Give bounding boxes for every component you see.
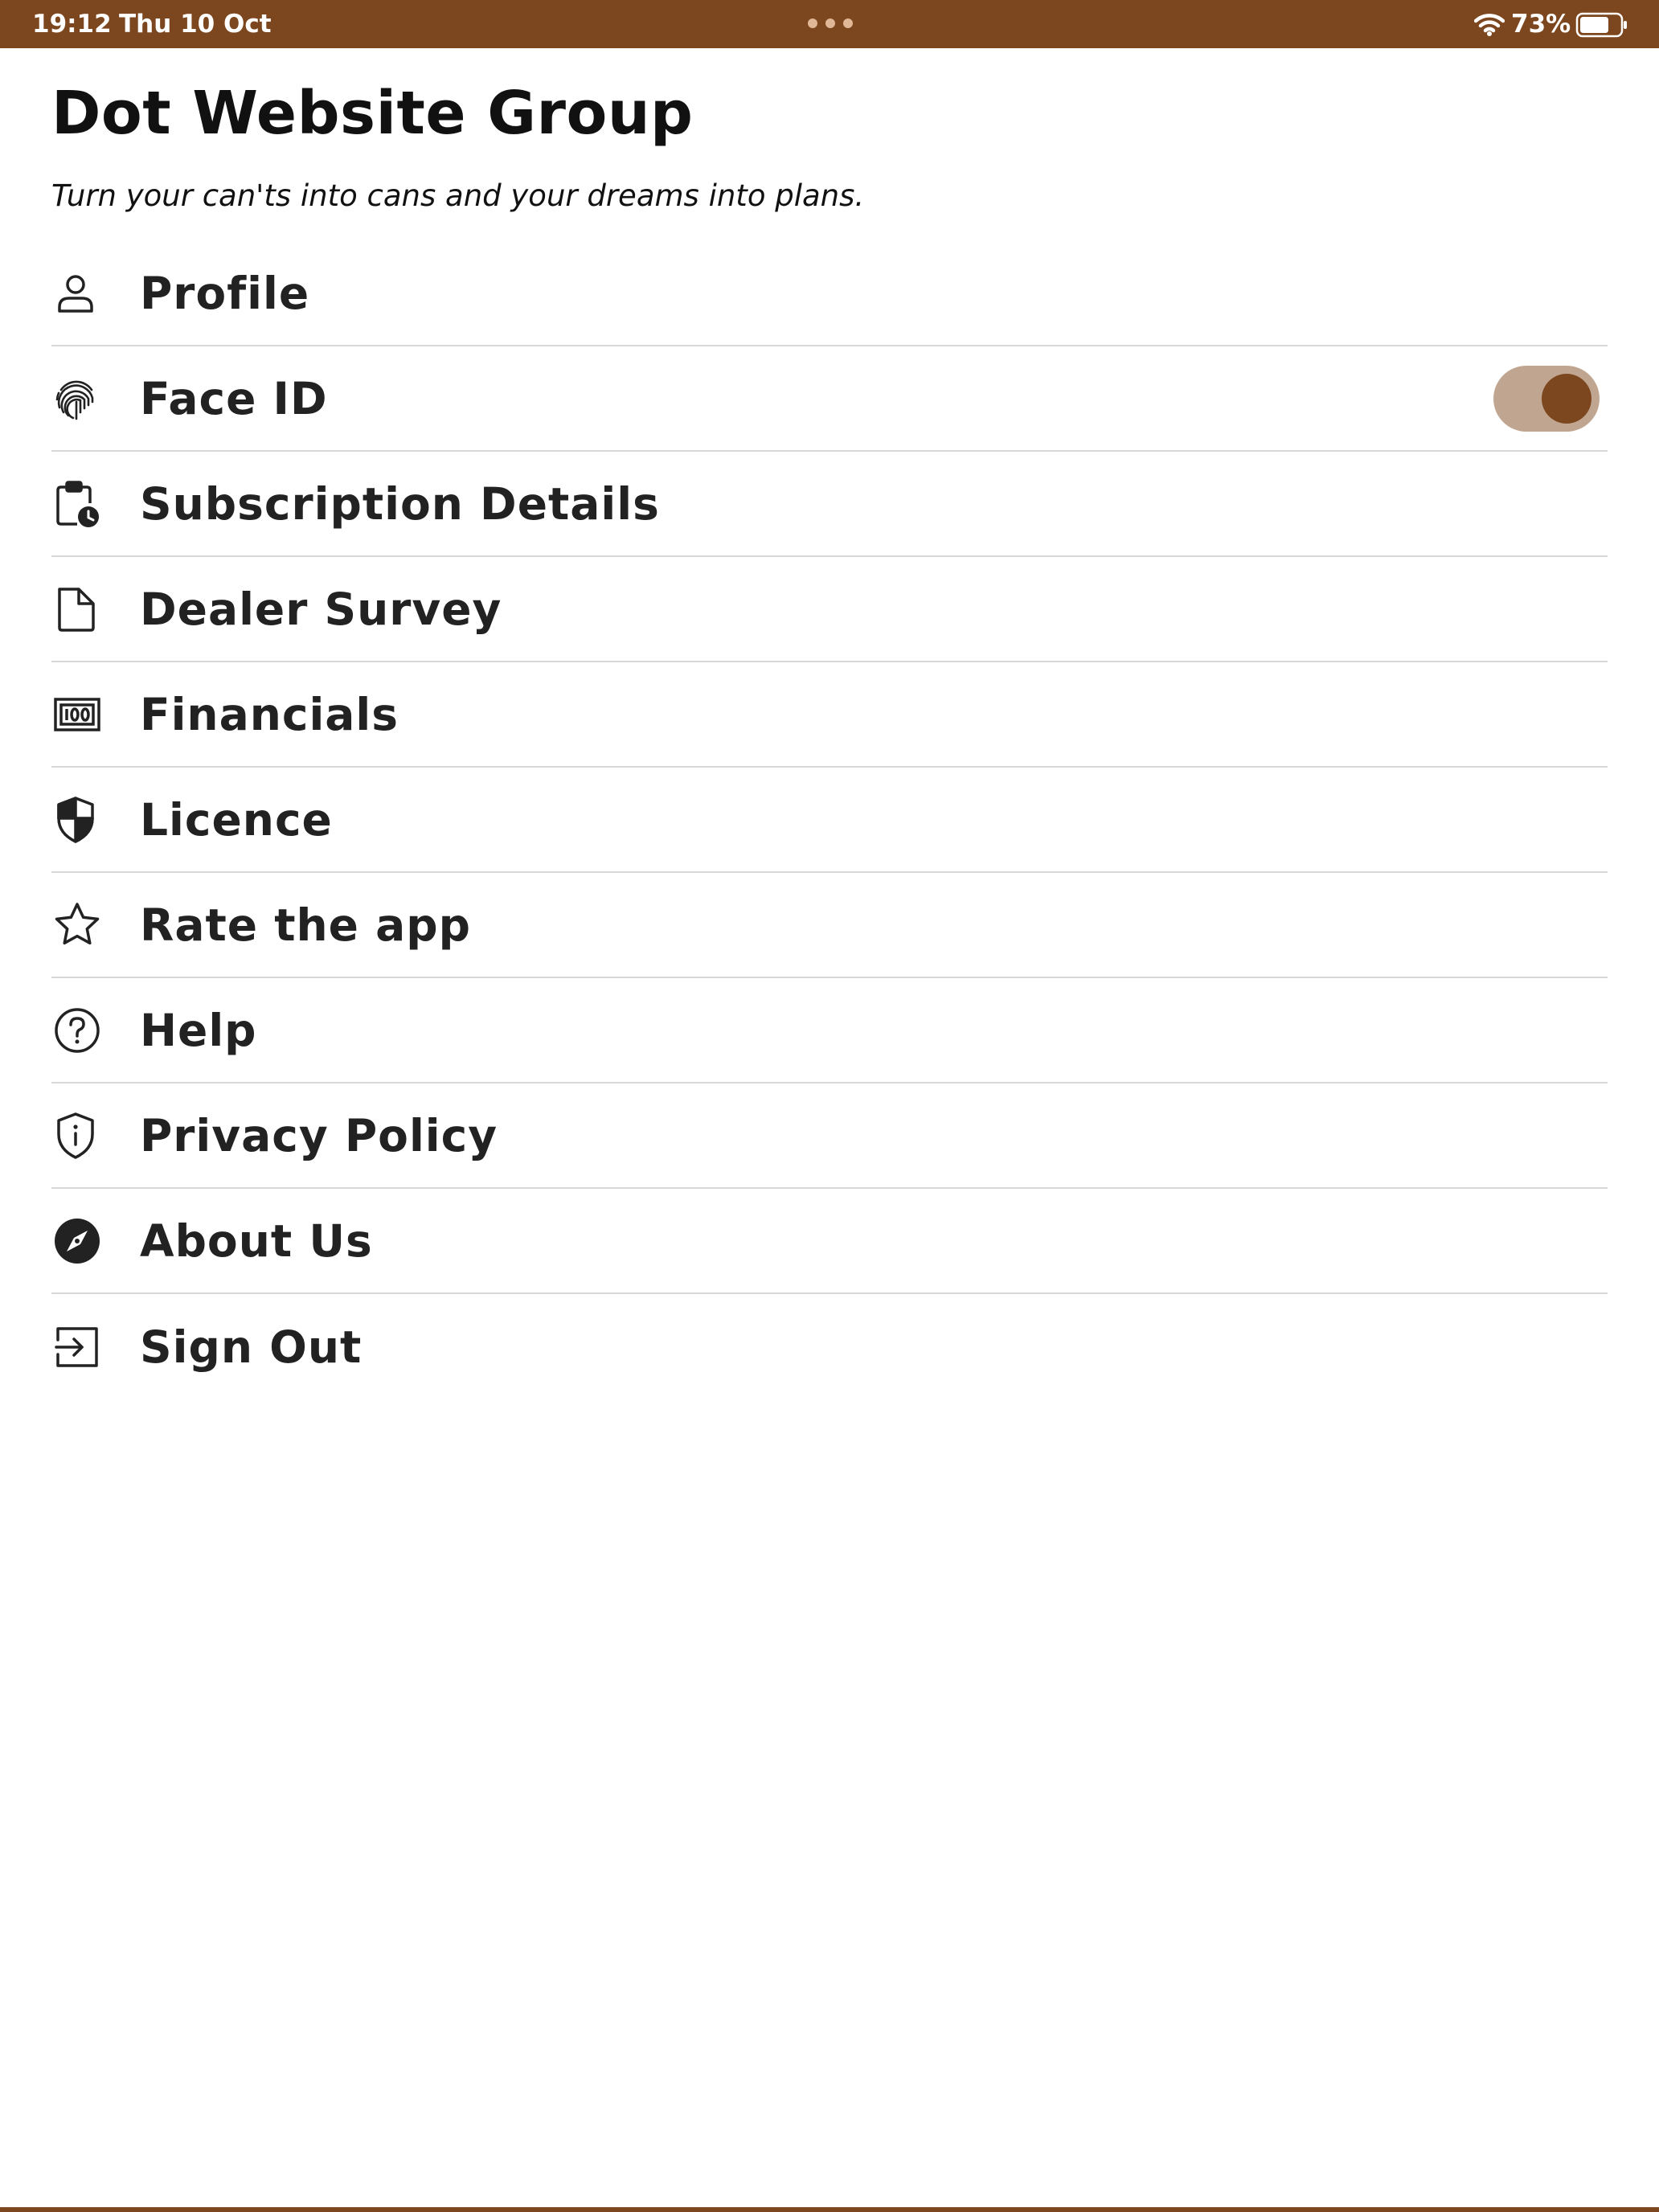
- fingerprint-icon: [53, 371, 109, 427]
- shield-info-icon: [53, 1108, 109, 1164]
- menu-item-subscription-details[interactable]: Subscription Details: [51, 452, 1608, 557]
- sign-out-icon: [53, 1319, 109, 1375]
- wifi-icon: [1474, 14, 1505, 36]
- menu-item-label: Rate the app: [140, 899, 471, 951]
- menu-item-face-id[interactable]: Face ID: [51, 346, 1608, 452]
- menu-item-label: Profile: [140, 267, 310, 319]
- status-bar: 19:12 Thu 10 Oct 73%: [0, 0, 1659, 48]
- question-circle-icon: [53, 1002, 109, 1059]
- menu-item-label: Financials: [140, 688, 399, 740]
- document-icon: [53, 581, 109, 637]
- battery-percent: 73%: [1511, 10, 1571, 39]
- menu-item-about-us[interactable]: About Us: [51, 1189, 1608, 1294]
- page-title: Dot Website Group: [51, 79, 694, 148]
- clipboard-clock-icon: [53, 476, 109, 532]
- menu-item-sign-out[interactable]: Sign Out: [51, 1294, 1608, 1399]
- menu-item-label: Licence: [140, 793, 333, 846]
- menu-item-label: Subscription Details: [140, 477, 660, 530]
- toggle-knob: [1542, 373, 1591, 424]
- status-time: 19:12: [32, 10, 112, 39]
- menu-item-licence[interactable]: Licence: [51, 768, 1608, 873]
- menu-item-label: About Us: [140, 1215, 373, 1267]
- menu-item-label: Face ID: [140, 372, 328, 424]
- menu-item-label: Help: [140, 1004, 257, 1056]
- status-date: Thu 10 Oct: [119, 10, 272, 39]
- face-id-toggle[interactable]: [1493, 365, 1600, 432]
- bottom-edge-bar: [0, 2207, 1659, 2212]
- star-icon: [53, 897, 109, 953]
- menu-item-help[interactable]: Help: [51, 978, 1608, 1083]
- battery-icon: [1575, 12, 1627, 38]
- menu-item-financials[interactable]: Financials: [51, 662, 1608, 768]
- menu-item-label: Dealer Survey: [140, 583, 502, 635]
- tagline: Turn your can'ts into cans and your drea…: [51, 178, 865, 213]
- compass-icon: [53, 1213, 109, 1269]
- multitasking-dots-icon[interactable]: [807, 18, 854, 29]
- menu-item-profile[interactable]: Profile: [51, 241, 1608, 346]
- shield-half-icon: [53, 792, 109, 848]
- menu-item-dealer-survey[interactable]: Dealer Survey: [51, 557, 1608, 662]
- menu-item-label: Sign Out: [140, 1321, 363, 1373]
- banknote-icon: [53, 686, 109, 743]
- menu-item-privacy-policy[interactable]: Privacy Policy: [51, 1083, 1608, 1189]
- menu-item-rate-the-app[interactable]: Rate the app: [51, 873, 1608, 978]
- person-icon: [53, 265, 109, 322]
- settings-menu: Profile Face ID Subscription Details Dea…: [51, 241, 1608, 1399]
- menu-item-label: Privacy Policy: [140, 1109, 498, 1161]
